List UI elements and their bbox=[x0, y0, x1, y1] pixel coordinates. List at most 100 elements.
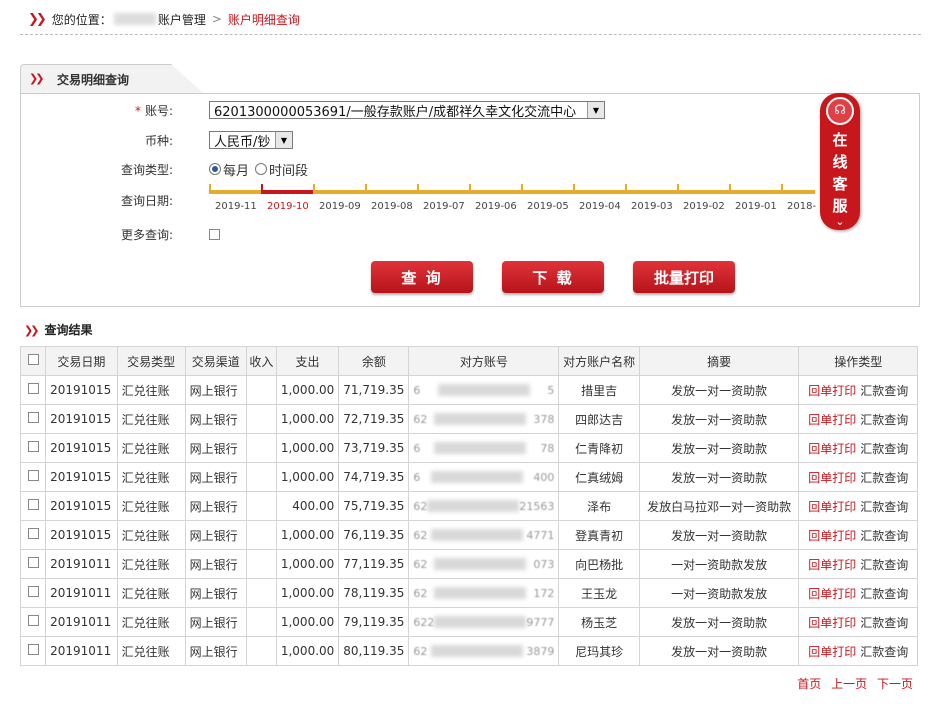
cell-expense: 1,000.00 bbox=[275, 578, 340, 608]
row-checkbox[interactable] bbox=[27, 615, 39, 626]
cell-actions: 回单打印 汇款查询 bbox=[798, 520, 918, 550]
select-all-checkbox[interactable] bbox=[27, 354, 39, 365]
row-checkbox[interactable] bbox=[27, 557, 39, 568]
radio-monthly[interactable]: 每月 bbox=[209, 160, 249, 179]
receipt-print-link[interactable]: 回单打印 bbox=[808, 442, 856, 456]
cell-counter-account: 62 4771 bbox=[408, 520, 560, 550]
cell-counter-account: 62 378 bbox=[408, 404, 560, 434]
cell-counter-name: 仁真绒姆 bbox=[558, 462, 640, 492]
cell-actions: 回单打印 汇款查询 bbox=[798, 404, 918, 434]
first-page-link[interactable]: 首页 bbox=[797, 677, 821, 691]
receipt-print-link[interactable]: 回单打印 bbox=[808, 413, 856, 427]
table-row[interactable]: 20191015 汇兑往账 网上银行 1,000.00 74,719.35 6 400 仁真绒… bbox=[19, 462, 918, 492]
col-memo: 摘要 bbox=[638, 346, 800, 376]
cell-counter-account: 6 400 bbox=[408, 462, 560, 492]
remit-query-link[interactable]: 汇款查询 bbox=[860, 616, 908, 630]
download-button[interactable]: 下 载 bbox=[502, 261, 604, 293]
remit-query-link[interactable]: 汇款查询 bbox=[860, 471, 908, 485]
cell-date: 20191011 bbox=[45, 578, 118, 608]
receipt-print-link[interactable]: 回单打印 bbox=[808, 384, 856, 398]
table-row[interactable]: 20191015 汇兑往账 网上银行 1,000.00 76,119.35 62 4771 登… bbox=[19, 520, 918, 550]
receipt-print-link[interactable]: 回单打印 bbox=[808, 645, 856, 659]
month-tick bbox=[261, 184, 263, 194]
remit-query-link[interactable]: 汇款查询 bbox=[860, 384, 908, 398]
receipt-print-link[interactable]: 回单打印 bbox=[808, 587, 856, 601]
table-row[interactable]: 20191015 汇兑往账 网上银行 1,000.00 71,719.35 6 5 措里吉 发放… bbox=[19, 375, 918, 405]
breadcrumb-account-management[interactable]: 账户管理 bbox=[158, 11, 206, 28]
account-select[interactable]: 6201300000053691/一般存款账户/成都祥久幸文化交流中心 ▼ bbox=[209, 101, 605, 120]
chevron-down-icon: ⌄ bbox=[835, 215, 845, 228]
more-query-row: 更多查询: bbox=[21, 223, 220, 245]
more-query-checkbox[interactable] bbox=[209, 228, 220, 240]
batch-print-button[interactable]: 批量打印 bbox=[633, 261, 735, 293]
tab-transaction-detail[interactable]: ❯❯ 交易明细查询 bbox=[20, 64, 203, 93]
cell-type: 汇兑往账 bbox=[116, 520, 186, 550]
account-suffix: 4771 bbox=[526, 528, 555, 542]
cell-expense: 1,000.00 bbox=[275, 607, 340, 637]
table-row[interactable]: 20191015 汇兑往账 网上银行 400.00 75,719.35 62 21563 泽布… bbox=[19, 491, 918, 521]
pager: 首页 上一页 下一页 bbox=[791, 675, 913, 692]
cell-counter-name: 四郎达吉 bbox=[558, 404, 640, 434]
table-row[interactable]: 20191015 汇兑往账 网上银行 1,000.00 73,719.35 6 78 仁青降初… bbox=[19, 433, 918, 463]
cell-counter-name: 泽布 bbox=[558, 491, 640, 521]
receipt-print-link[interactable]: 回单打印 bbox=[808, 500, 856, 514]
col-expense: 支出 bbox=[275, 346, 340, 376]
receipt-print-link[interactable]: 回单打印 bbox=[808, 558, 856, 572]
month-timeline: 2019-11 2019-10 2019-09 2019-08 2019-07 2019-… bbox=[209, 184, 816, 214]
cell-expense: 1,000.00 bbox=[275, 462, 340, 492]
account-label: 账号: bbox=[144, 103, 173, 118]
next-page-link[interactable]: 下一页 bbox=[877, 677, 913, 691]
receipt-print-link[interactable]: 回单打印 bbox=[808, 471, 856, 485]
row-checkbox[interactable] bbox=[27, 470, 39, 481]
row-checkbox[interactable] bbox=[27, 644, 39, 655]
cell-balance: 80,119.35 bbox=[338, 636, 410, 666]
radio-period[interactable]: 时间段 bbox=[255, 160, 308, 179]
cell-channel: 网上银行 bbox=[184, 462, 247, 492]
currency-select[interactable]: 人民币/钞 ▼ bbox=[209, 131, 293, 150]
month-label: 2019-01 bbox=[735, 201, 777, 212]
remit-query-link[interactable]: 汇款查询 bbox=[860, 500, 908, 514]
remit-query-link[interactable]: 汇款查询 bbox=[860, 442, 908, 456]
row-checkbox[interactable] bbox=[27, 586, 39, 597]
remit-query-link[interactable]: 汇款查询 bbox=[860, 529, 908, 543]
table-row[interactable]: 20191011 汇兑往账 网上银行 1,000.00 80,119.35 62 3879 尼… bbox=[19, 636, 918, 666]
row-checkbox[interactable] bbox=[27, 499, 39, 510]
receipt-print-link[interactable]: 回单打印 bbox=[808, 529, 856, 543]
table-row[interactable]: 20191011 汇兑往账 网上银行 1,000.00 79,119.35 622 9777… bbox=[19, 607, 918, 637]
table-row[interactable]: 20191015 汇兑往账 网上银行 1,000.00 72,719.35 62 378 四郎… bbox=[19, 404, 918, 434]
row-select-cell bbox=[19, 520, 47, 550]
masked-account bbox=[430, 529, 523, 541]
chevron-down-icon[interactable]: ▼ bbox=[587, 102, 604, 118]
col-type: 交易类型 bbox=[116, 346, 186, 376]
cell-balance: 74,719.35 bbox=[338, 462, 410, 492]
cell-type: 汇兑往账 bbox=[116, 636, 186, 666]
cell-type: 汇兑往账 bbox=[116, 491, 186, 521]
remit-query-link[interactable]: 汇款查询 bbox=[860, 587, 908, 601]
cell-counter-account: 6 78 bbox=[408, 433, 560, 463]
row-checkbox[interactable] bbox=[27, 412, 39, 423]
query-button[interactable]: 查 询 bbox=[371, 261, 473, 293]
remit-query-link[interactable]: 汇款查询 bbox=[860, 645, 908, 659]
cell-date: 20191015 bbox=[45, 404, 118, 434]
double-chevron-icon: ❯❯ bbox=[28, 11, 47, 27]
month-highlight bbox=[261, 190, 313, 194]
row-checkbox[interactable] bbox=[27, 441, 39, 452]
row-checkbox[interactable] bbox=[27, 383, 39, 394]
table-row[interactable]: 20191011 汇兑往账 网上银行 1,000.00 77,119.35 62 073 向巴… bbox=[19, 549, 918, 579]
prev-page-link[interactable]: 上一页 bbox=[831, 677, 867, 691]
cell-memo: 发放一对一资助款 bbox=[638, 375, 800, 405]
online-service-widget[interactable]: ☊ 在线客服 ⌄ bbox=[820, 93, 860, 230]
table-row[interactable]: 20191011 汇兑往账 网上银行 1,000.00 78,119.35 62 172 王玉… bbox=[19, 578, 918, 608]
month-tick bbox=[677, 184, 679, 194]
remit-query-link[interactable]: 汇款查询 bbox=[860, 558, 908, 572]
cell-income bbox=[245, 491, 277, 521]
chevron-down-icon[interactable]: ▼ bbox=[275, 132, 292, 148]
col-date: 交易日期 bbox=[45, 346, 118, 376]
row-checkbox[interactable] bbox=[27, 528, 39, 539]
cell-memo: 发放一对一资助款 bbox=[638, 607, 800, 637]
receipt-print-link[interactable]: 回单打印 bbox=[808, 616, 856, 630]
masked-account bbox=[434, 616, 527, 628]
remit-query-link[interactable]: 汇款查询 bbox=[860, 413, 908, 427]
account-suffix: 378 bbox=[533, 412, 555, 426]
month-tick bbox=[729, 184, 731, 194]
